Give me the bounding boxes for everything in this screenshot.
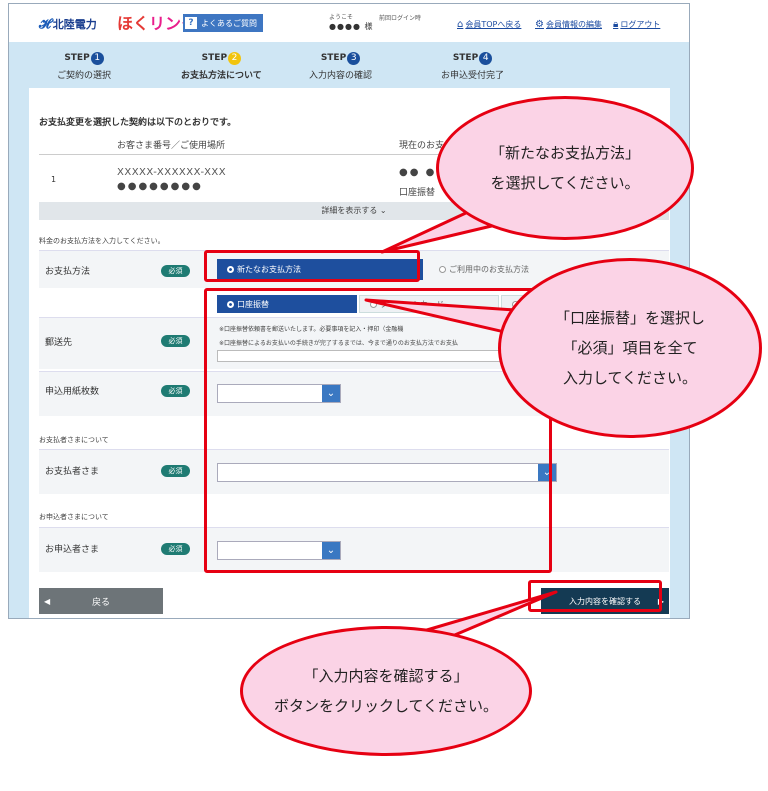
- step-1-label: ご契約の選択: [57, 71, 112, 81]
- required-badge: 必須: [161, 265, 190, 277]
- callout-1-line-2: を選択してください。: [490, 174, 640, 192]
- step-3-number: 3: [347, 52, 361, 65]
- radio-current-label: ご利用中のお支払方法: [449, 265, 529, 274]
- chevron-left-icon: ◀: [44, 596, 51, 606]
- gear-icon: ⚙: [535, 19, 544, 30]
- callout-2-line-1: 「口座振替」を選択し: [554, 309, 705, 327]
- callout-new-payment: 「新たなお支払方法」 を選択してください。: [436, 96, 694, 240]
- faq-button[interactable]: ? よくあるご質問: [183, 14, 263, 32]
- welcome-block: ようこそ ●●●● 様: [329, 13, 373, 31]
- step-4-word: STEP: [452, 53, 479, 63]
- callout-1-line-1: 「新たなお支払方法」: [489, 144, 640, 162]
- step-1-number: 1: [90, 52, 104, 65]
- callout-bank-transfer: 「口座振替」を選択し 「必須」項目を全て 入力してください。: [498, 258, 762, 438]
- step-2-label: お支払方法について: [181, 71, 262, 81]
- logout-label: ログアウト: [620, 20, 661, 29]
- highlight-confirm-button: [528, 580, 662, 612]
- payer-label: お支払者さま: [45, 467, 100, 477]
- mailing-label: 郵送先: [45, 338, 73, 348]
- home-icon: ⌂: [457, 19, 464, 30]
- radio-unselected-icon: [439, 266, 446, 273]
- highlight-new-payment: [204, 250, 420, 282]
- logout-link[interactable]: 🔒︎ ログアウト: [613, 19, 660, 30]
- site-header: 𝓗 北陸電力 ほくリンク ? よくあるご質問 ようこそ ●●●● 様 前回ログイ…: [9, 4, 689, 42]
- step-4: STEP 4 お申込受付完了: [441, 45, 504, 81]
- col-customer-header: お客さま番号／ご使用場所: [117, 141, 226, 151]
- step-3: STEP 3 入力内容の確認: [309, 45, 372, 81]
- step-2-number: 2: [228, 52, 242, 65]
- step-3-label: 入力内容の確認: [309, 71, 373, 81]
- step-4-number: 4: [479, 52, 493, 65]
- callout-3-line-2: ボタンをクリックしてください。: [273, 697, 499, 715]
- applicant-label: お申込者さま: [45, 545, 100, 555]
- required-badge: 必須: [161, 385, 190, 397]
- last-login: 前回ログイン時: [379, 15, 422, 22]
- contract-row-number: 1: [51, 175, 57, 184]
- question-icon: ?: [185, 17, 197, 29]
- edit-member-link[interactable]: ⚙ 会員情報の編集: [535, 19, 602, 30]
- company-logo[interactable]: 𝓗 北陸電力: [39, 16, 97, 32]
- callout-confirm: 「入力内容を確認する」 ボタンをクリックしてください。: [240, 626, 532, 756]
- step-indicator: STEP 1 ご契約の選択 STEP 2 お支払方法について STEP 3 入力内容の…: [9, 42, 689, 84]
- callout-3-line-1: 「入力内容を確認する」: [303, 667, 469, 685]
- member-top-link[interactable]: ⌂ 会員TOPへ戻る: [457, 19, 521, 30]
- back-label: 戻る: [91, 597, 110, 608]
- member-top-label: 会員TOPへ戻る: [465, 20, 522, 29]
- forms-count-label: 申込用紙枚数: [45, 387, 100, 397]
- section-payment-method: 料金のお支払方法を入力してください。: [39, 237, 165, 245]
- brand-part1: ほく: [117, 14, 150, 33]
- contract-intro: お支払変更を選択した契約は以下のとおりです。: [39, 118, 237, 128]
- step-1: STEP 1 ご契約の選択: [57, 45, 111, 81]
- show-details-label: 詳細を表示する: [321, 206, 378, 215]
- step-1-word: STEP: [64, 53, 90, 63]
- section-payer: お支払者さまについて: [39, 436, 109, 444]
- usage-address: ●●●●●●●●: [117, 181, 203, 192]
- step-4-label: お申込受付完了: [441, 71, 505, 81]
- required-badge: 必須: [161, 465, 190, 477]
- customer-number: XXXXX-XXXXXX-XXX: [117, 167, 227, 178]
- step-2-word: STEP: [201, 53, 228, 63]
- back-button[interactable]: ◀ 戻る: [39, 588, 163, 614]
- company-logo-icon: 𝓗: [39, 16, 51, 32]
- step-3-word: STEP: [320, 53, 347, 63]
- current-payment-method: 口座振替: [399, 188, 436, 198]
- edit-member-label: 会員情報の編集: [545, 20, 602, 29]
- step-2: STEP 2 お支払方法について: [181, 45, 262, 81]
- required-badge: 必須: [161, 335, 190, 347]
- company-name: 北陸電力: [52, 18, 97, 31]
- user-name: ●●●● 様: [329, 22, 374, 31]
- callout-2-line-2: 「必須」項目を全て: [562, 339, 698, 357]
- faq-label: よくあるご質問: [201, 18, 257, 28]
- section-applicant: お申込者さまについて: [39, 513, 109, 521]
- callout-2-line-3: 入力してください。: [562, 369, 698, 387]
- welcome-text: ようこそ: [329, 14, 354, 21]
- required-badge: 必須: [161, 543, 190, 555]
- lock-icon: 🔒︎: [613, 19, 619, 30]
- payment-method-label: お支払方法: [45, 267, 91, 277]
- chevron-down-icon: ⌄: [379, 206, 387, 215]
